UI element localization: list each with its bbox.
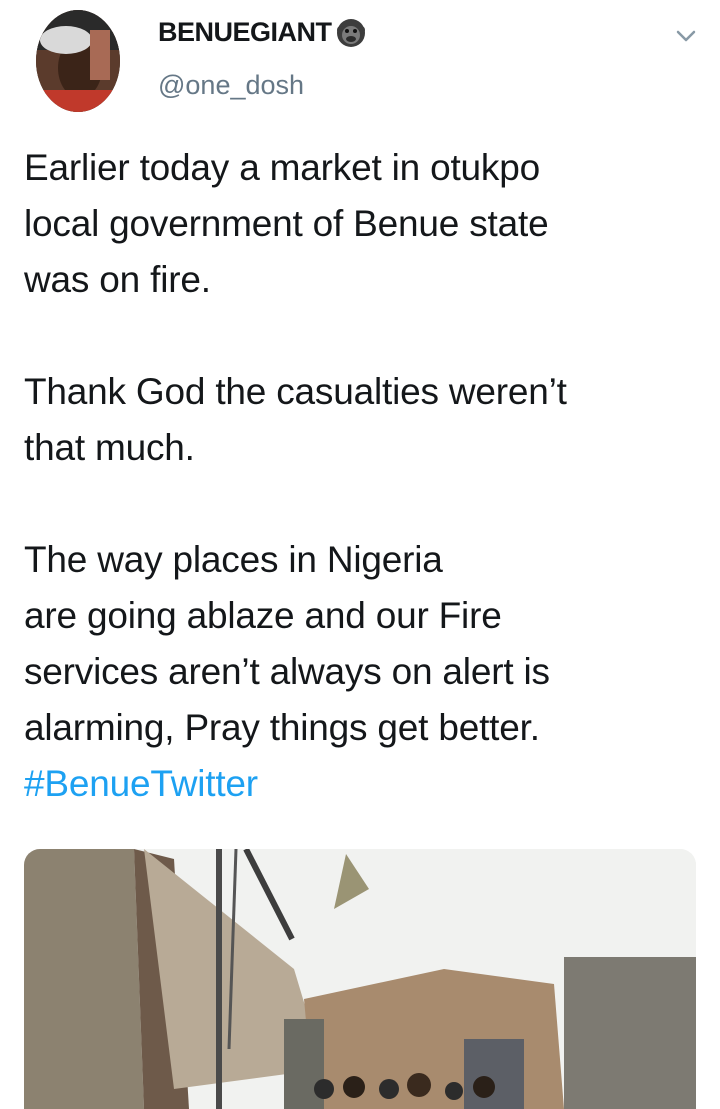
author-handle[interactable]: @one_dosh [158,70,304,101]
hashtag-link[interactable]: #BenueTwitter [24,763,258,804]
tweet-line: The way places in Nigeria [24,539,443,580]
tweet-line: Earlier today a market in otukpo [24,147,540,188]
tweet-line: are going ablaze and our Fire [24,595,502,636]
tweet-line: Thank God the casualties weren’t [24,371,567,412]
tweet-media-photo[interactable] [24,849,696,1109]
tweet-line: alarming, Pray things get better. [24,707,540,748]
author-name-row[interactable]: BENUEGIANT [158,17,366,48]
tweet-line: that much. [24,427,195,468]
tweet-line: was on fire. [24,259,211,300]
tweet-header: BENUEGIANT @one_dosh [0,0,720,125]
display-name[interactable]: BENUEGIANT [158,17,332,48]
gorilla-icon [336,18,366,48]
avatar[interactable] [36,10,120,112]
tweet-text: Earlier today a market in otukpo local g… [24,140,704,812]
tweet-line: services aren’t always on alert is [24,651,550,692]
chevron-down-icon[interactable] [672,22,700,50]
tweet-line: local government of Benue state [24,203,549,244]
